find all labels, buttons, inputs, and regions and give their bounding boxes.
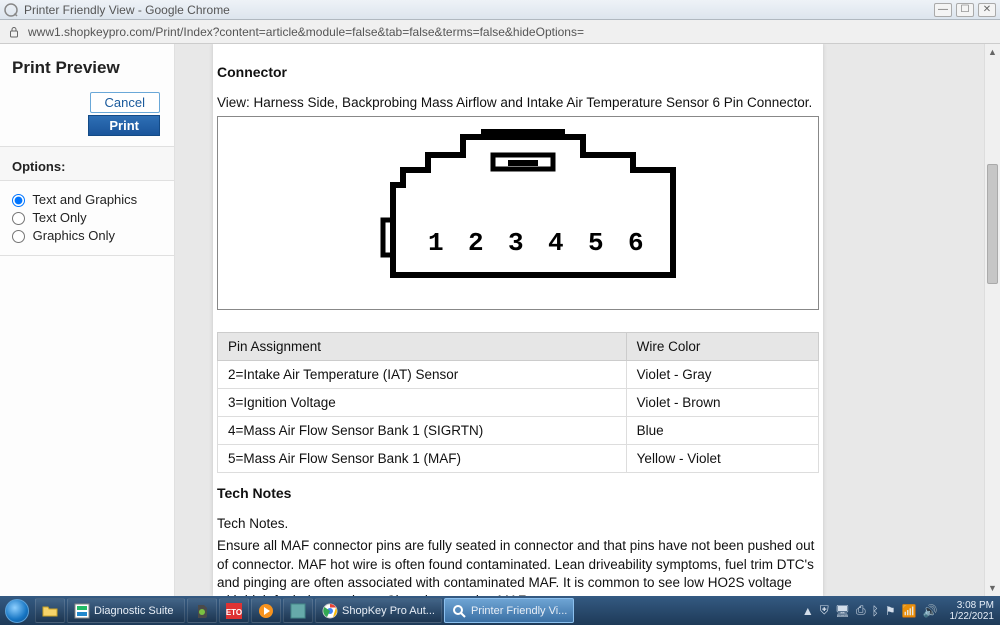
tech-notes-heading: Tech Notes bbox=[217, 485, 819, 501]
pin-4: 4 bbox=[548, 228, 564, 258]
tray-monitor-icon[interactable]: 🖥 bbox=[835, 604, 850, 618]
eto-icon: ETO bbox=[226, 603, 242, 619]
radio-graphics-only[interactable]: Graphics Only bbox=[12, 227, 162, 245]
print-button[interactable]: Print bbox=[88, 115, 160, 136]
pin-3: 3 bbox=[508, 228, 524, 258]
table-row: 2=Intake Air Temperature (IAT) Sensor Vi… bbox=[218, 361, 819, 389]
scroll-up-arrow-icon[interactable]: ▲ bbox=[985, 44, 1000, 60]
scrollbar-thumb[interactable] bbox=[987, 164, 998, 284]
radio-text-and-graphics-input[interactable] bbox=[12, 194, 25, 207]
pin-5: 5 bbox=[588, 228, 604, 258]
radio-text-only-input[interactable] bbox=[12, 212, 25, 225]
square-app-icon bbox=[290, 603, 306, 619]
tray-volume-icon[interactable]: 🔊 bbox=[923, 604, 938, 618]
windows-taskbar: Diagnostic Suite ETO ShopKey Pro Aut... … bbox=[0, 596, 1000, 625]
window-minimize-button[interactable]: — bbox=[934, 3, 952, 17]
vertical-scrollbar[interactable]: ▲ ▼ bbox=[984, 44, 1000, 596]
taskbar-pinned-media[interactable] bbox=[251, 598, 281, 623]
options-radios: Text and Graphics Text Only Graphics Onl… bbox=[0, 181, 174, 256]
pin-table: Pin Assignment Wire Color 2=Intake Air T… bbox=[217, 332, 819, 473]
radio-text-only[interactable]: Text Only bbox=[12, 209, 162, 227]
media-player-icon bbox=[258, 603, 274, 619]
taskbar-item-diagnostic-suite[interactable]: Diagnostic Suite bbox=[67, 598, 185, 623]
tech-notes-body: Ensure all MAF connector pins are fully … bbox=[217, 537, 819, 596]
chrome-icon bbox=[322, 603, 338, 619]
tray-network-icon[interactable]: 📶 bbox=[902, 604, 917, 618]
radio-text-and-graphics[interactable]: Text and Graphics bbox=[12, 191, 162, 209]
url-text: www1.shopkeypro.com/Print/Index?content=… bbox=[28, 25, 584, 39]
cancel-button[interactable]: Cancel bbox=[90, 92, 160, 113]
taskbar-item-printer-friendly[interactable]: Printer Friendly Vi... bbox=[444, 598, 574, 623]
sidebar-heading: Print Preview bbox=[0, 54, 174, 92]
pin-1: 1 bbox=[428, 228, 444, 258]
content-area: Connector View: Harness Side, Backprobin… bbox=[175, 44, 1000, 596]
evernote-icon bbox=[194, 603, 210, 619]
svg-text:ETO: ETO bbox=[226, 608, 242, 617]
table-row: 5=Mass Air Flow Sensor Bank 1 (MAF) Yell… bbox=[218, 445, 819, 473]
taskbar-item-shopkey[interactable]: ShopKey Pro Aut... bbox=[315, 598, 442, 623]
window-maximize-button[interactable]: ☐ bbox=[956, 3, 974, 17]
view-text: View: Harness Side, Backprobing Mass Air… bbox=[217, 94, 819, 112]
magnifier-icon bbox=[451, 603, 467, 619]
table-row: 4=Mass Air Flow Sensor Bank 1 (SIGRTN) B… bbox=[218, 417, 819, 445]
app-icon bbox=[74, 603, 90, 619]
window-title: Printer Friendly View - Google Chrome bbox=[24, 3, 934, 17]
options-heading: Options: bbox=[0, 146, 174, 181]
taskbar-pinned-explorer[interactable] bbox=[35, 598, 65, 623]
tray-printer-icon[interactable]: ⎙ bbox=[856, 603, 866, 618]
pin-6: 6 bbox=[628, 228, 644, 258]
lock-icon bbox=[8, 26, 22, 38]
radio-graphics-only-input[interactable] bbox=[12, 230, 25, 243]
tray-up-arrow-icon[interactable]: ▲ bbox=[802, 604, 814, 618]
taskbar-pinned-app-2[interactable]: ETO bbox=[219, 598, 249, 623]
taskbar-clock[interactable]: 3:08 PM 1/22/2021 bbox=[944, 600, 995, 622]
browser-titlebar: Printer Friendly View - Google Chrome — … bbox=[0, 0, 1000, 20]
browser-address-bar[interactable]: www1.shopkeypro.com/Print/Index?content=… bbox=[0, 20, 1000, 44]
scroll-down-arrow-icon[interactable]: ▼ bbox=[985, 580, 1000, 596]
tray-flag-icon[interactable]: ⚑ bbox=[885, 604, 896, 618]
col-color-header: Wire Color bbox=[626, 333, 818, 361]
table-row: 3=Ignition Voltage Violet - Brown bbox=[218, 389, 819, 417]
page-favicon bbox=[4, 3, 18, 17]
col-pin-header: Pin Assignment bbox=[218, 333, 627, 361]
connector-diagram: 1 2 3 4 5 6 bbox=[217, 116, 819, 310]
taskbar-pinned-app-1[interactable] bbox=[187, 598, 217, 623]
pin-2: 2 bbox=[468, 228, 484, 258]
system-tray[interactable]: ▲ ⛨ 🖥 ⎙ ᛒ ⚑ 📶 🔊 3:08 PM 1/22/2021 bbox=[796, 596, 1000, 625]
article-page: Connector View: Harness Side, Backprobin… bbox=[213, 44, 823, 596]
tech-notes-lead: Tech Notes. bbox=[217, 515, 819, 533]
tray-bluetooth-icon[interactable]: ᛒ bbox=[872, 604, 879, 618]
connector-heading: Connector bbox=[217, 64, 819, 80]
print-sidebar: Print Preview Cancel Print Options: Text… bbox=[0, 44, 175, 596]
window-close-button[interactable]: ✕ bbox=[978, 3, 996, 17]
folder-icon bbox=[42, 603, 58, 619]
tray-shield-icon[interactable]: ⛨ bbox=[820, 603, 829, 618]
taskbar-pinned-app-3[interactable] bbox=[283, 598, 313, 623]
start-button[interactable] bbox=[0, 596, 34, 625]
